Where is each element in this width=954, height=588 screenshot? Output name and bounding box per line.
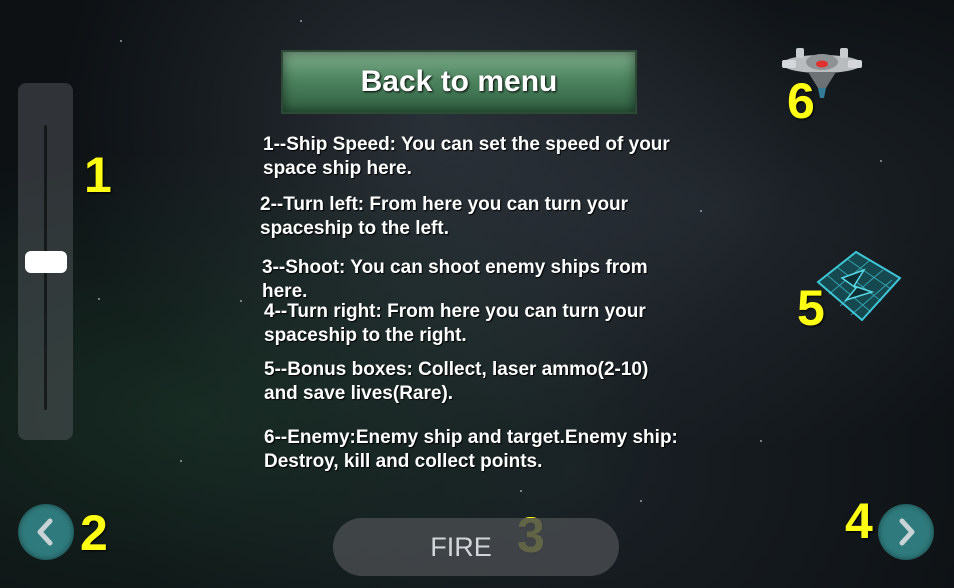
instruction-enemy: 6--Enemy:Enemy ship and target.Enemy shi… bbox=[264, 427, 678, 472]
turn-right-button[interactable] bbox=[878, 504, 934, 560]
marker-2: 2 bbox=[80, 505, 108, 561]
turn-left-button[interactable] bbox=[18, 504, 74, 560]
instruction-speed: 1--Ship Speed: You can set the speed of … bbox=[263, 134, 670, 179]
bonus-box-icon bbox=[816, 250, 902, 322]
chevron-left-icon bbox=[37, 518, 53, 546]
fire-label: FIRE bbox=[430, 531, 492, 562]
instruction-bonus-boxes: 5--Bonus boxes: Collect, laser ammo(2-10… bbox=[264, 359, 649, 404]
fire-button[interactable]: FIRE bbox=[333, 518, 619, 576]
speed-slider-thumb[interactable] bbox=[25, 250, 67, 273]
chevron-right-icon bbox=[899, 518, 915, 546]
instruction-shoot: 3--Shoot: You can shoot enemy ships from… bbox=[262, 257, 648, 302]
marker-1: 1 bbox=[84, 147, 112, 203]
enemy-ship-icon bbox=[782, 48, 862, 98]
instruction-turn-right: 4--Turn right: From here you can turn yo… bbox=[264, 301, 646, 346]
instruction-turn-left: 2--Turn left: From here you can turn you… bbox=[260, 194, 629, 239]
back-to-menu-button[interactable]: Back to menu bbox=[281, 50, 637, 114]
speed-slider[interactable] bbox=[18, 83, 73, 440]
marker-4: 4 bbox=[845, 493, 873, 549]
